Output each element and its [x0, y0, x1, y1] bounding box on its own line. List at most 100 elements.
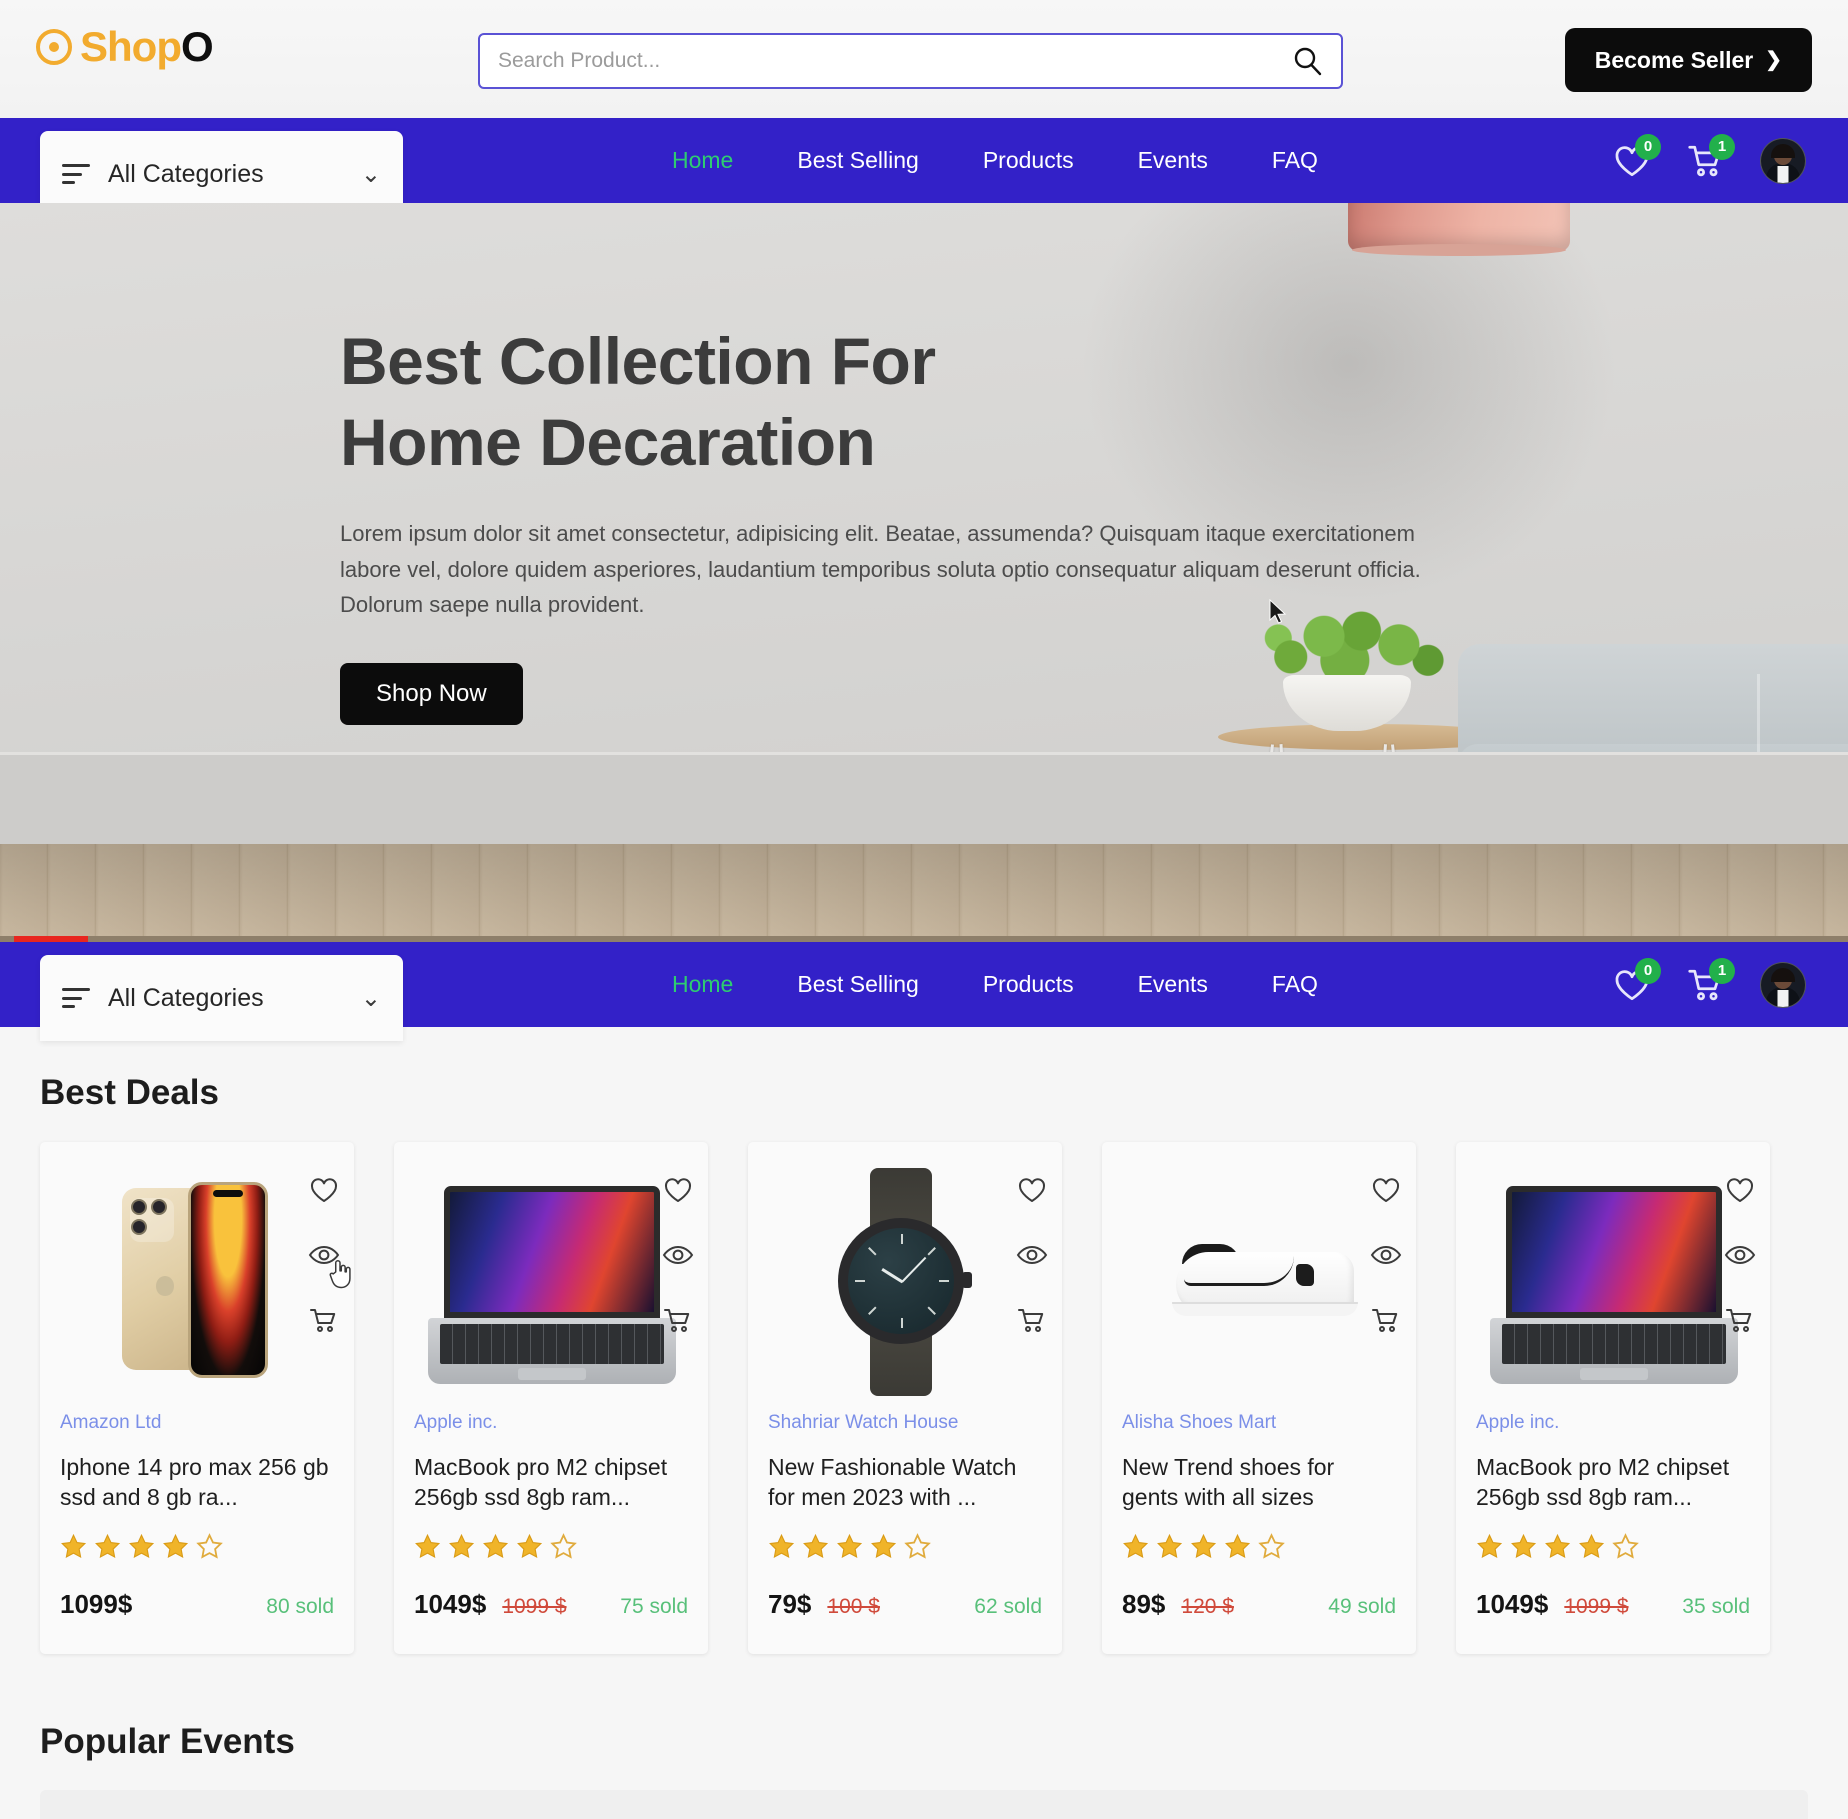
star-filled-icon — [1579, 1533, 1605, 1558]
star-filled-icon — [1157, 1533, 1183, 1558]
star-filled-icon — [95, 1533, 121, 1558]
add-to-cart-icon-button[interactable] — [1016, 1304, 1048, 1341]
nav-link-home-sticky[interactable]: Home — [672, 971, 733, 998]
product-thumbnail[interactable] — [1476, 1160, 1750, 1400]
quick-view-icon-button[interactable] — [308, 1239, 351, 1289]
become-seller-label: Become Seller — [1594, 46, 1754, 73]
wishlist-icon-button[interactable] — [1016, 1174, 1048, 1211]
product-shop-name[interactable]: Shahriar Watch House — [768, 1412, 1042, 1434]
search-icon[interactable] — [1291, 45, 1323, 77]
wishlist-icon-button[interactable] — [1370, 1174, 1402, 1211]
star-filled-icon — [1511, 1533, 1537, 1558]
become-seller-button[interactable]: Become Seller ❯ — [1564, 28, 1812, 92]
add-to-cart-icon-button[interactable] — [1724, 1304, 1756, 1341]
filter-lines-icon — [62, 164, 90, 184]
product-title[interactable]: New Trend shoes for gents with all sizes — [1122, 1452, 1396, 1513]
chevron-down-icon: ⌄ — [360, 160, 381, 188]
search-input[interactable] — [498, 49, 1291, 73]
cart-button-sticky[interactable]: 1 — [1686, 957, 1735, 1005]
cart-icon — [1726, 1309, 1752, 1332]
nav-link-products[interactable]: Products — [983, 147, 1074, 174]
product-sold-count: 35 sold — [1682, 1595, 1750, 1618]
nav-link-best-selling[interactable]: Best Selling — [797, 147, 918, 174]
product-card[interactable]: Shahriar Watch House New Fashionable Wat… — [748, 1142, 1062, 1654]
add-to-cart-icon-button[interactable] — [1370, 1304, 1402, 1341]
shop-now-button[interactable]: Shop Now — [340, 662, 523, 725]
product-rating — [414, 1532, 688, 1560]
nav-link-products-sticky[interactable]: Products — [983, 971, 1074, 998]
star-filled-icon — [415, 1533, 441, 1558]
product-price-row: 1049$ 1099 $ 75 sold — [414, 1589, 688, 1620]
product-thumbnail[interactable] — [768, 1160, 1042, 1400]
nav-links-sticky: Home Best Selling Products Events FAQ — [672, 942, 1318, 1027]
product-thumbnail[interactable] — [414, 1160, 688, 1400]
site-logo[interactable]: ShopO — [36, 23, 214, 70]
search-bar[interactable] — [478, 33, 1343, 89]
add-to-cart-icon-button[interactable] — [662, 1304, 694, 1341]
nav-link-best-selling-sticky[interactable]: Best Selling — [797, 971, 918, 998]
hero-banner: Best Collection For Home Decaration Lore… — [0, 203, 1848, 936]
page-root: ShopO Become Seller ❯ All Categories ⌄ H… — [0, 0, 1848, 1819]
watch-product-image — [768, 1160, 1042, 1400]
quick-view-icon-button[interactable] — [1370, 1239, 1402, 1276]
all-categories-dropdown-sticky[interactable]: All Categories ⌄ — [40, 955, 403, 1041]
product-card[interactable]: Alisha Shoes Mart New Trend shoes for ge… — [1102, 1142, 1416, 1654]
nav-link-events[interactable]: Events — [1138, 147, 1208, 174]
product-shop-name[interactable]: Apple inc. — [414, 1412, 688, 1434]
product-shop-name[interactable]: Amazon Ltd — [60, 1412, 334, 1434]
product-card-actions — [308, 1174, 351, 1341]
product-title[interactable]: MacBook pro M2 chipset 256gb ssd 8gb ram… — [1476, 1452, 1750, 1513]
nav-icons: 0 1 — [1612, 118, 1806, 203]
product-thumbnail[interactable] — [60, 1160, 334, 1400]
nav-link-faq[interactable]: FAQ — [1272, 147, 1318, 174]
quick-view-icon-button[interactable] — [662, 1239, 694, 1276]
nav-link-faq-sticky[interactable]: FAQ — [1272, 971, 1318, 998]
star-filled-icon — [1545, 1533, 1571, 1558]
cart-button[interactable]: 1 — [1686, 133, 1735, 181]
wishlist-button[interactable]: 0 — [1612, 133, 1661, 181]
star-empty-icon — [1612, 1532, 1639, 1559]
quick-view-icon-button[interactable] — [1016, 1239, 1048, 1276]
product-title[interactable]: New Fashionable Watch for men 2023 with … — [768, 1452, 1042, 1513]
star-filled-icon — [1477, 1533, 1503, 1558]
eye-icon — [1724, 1245, 1756, 1265]
logo-tail: O — [180, 23, 214, 70]
wishlist-icon-button[interactable] — [1724, 1174, 1756, 1211]
chevron-right-icon: ❯ — [1765, 49, 1782, 71]
star-empty-icon — [904, 1532, 931, 1559]
nav-links: Home Best Selling Products Events FAQ — [672, 118, 1318, 203]
wishlist-icon-button[interactable] — [308, 1174, 340, 1211]
product-thumbnail[interactable] — [1122, 1160, 1396, 1400]
product-price: 1099$ — [60, 1589, 133, 1619]
quick-view-icon-button[interactable] — [1724, 1239, 1756, 1276]
product-sold-count: 75 sold — [620, 1595, 688, 1618]
star-filled-icon — [163, 1533, 189, 1558]
product-shop-name[interactable]: Alisha Shoes Mart — [1122, 1412, 1396, 1434]
product-sold-count: 80 sold — [266, 1595, 334, 1618]
product-old-price: 100 $ — [827, 1595, 880, 1618]
add-to-cart-icon-button[interactable] — [308, 1304, 340, 1341]
nav-link-home[interactable]: Home — [672, 147, 733, 174]
avatar[interactable] — [1760, 137, 1806, 184]
product-card[interactable]: Amazon Ltd Iphone 14 pro max 256 gb ssd … — [40, 1142, 354, 1654]
hero-heading-line2: Home Decaration — [340, 404, 876, 479]
product-title[interactable]: MacBook pro M2 chipset 256gb ssd 8gb ram… — [414, 1452, 688, 1513]
product-card[interactable]: Apple inc. MacBook pro M2 chipset 256gb … — [1456, 1142, 1770, 1654]
star-filled-icon — [871, 1533, 897, 1558]
avatar-sticky[interactable] — [1760, 961, 1806, 1008]
primary-navbar: All Categories ⌄ Home Best Selling Produ… — [0, 118, 1848, 217]
product-shop-name[interactable]: Apple inc. — [1476, 1412, 1750, 1434]
cart-icon — [1372, 1309, 1398, 1332]
popular-events-card-placeholder — [40, 1790, 1808, 1819]
product-title[interactable]: Iphone 14 pro max 256 gb ssd and 8 gb ra… — [60, 1452, 334, 1513]
pendant-lamp-image — [1348, 203, 1570, 256]
wishlist-button-sticky[interactable]: 0 — [1612, 957, 1661, 1005]
product-card[interactable]: Apple inc. MacBook pro M2 chipset 256gb … — [394, 1142, 708, 1654]
nav-link-events-sticky[interactable]: Events — [1138, 971, 1208, 998]
star-filled-icon — [517, 1533, 543, 1558]
wishlist-count-badge-sticky: 0 — [1635, 957, 1661, 984]
nav-icons-sticky: 0 1 — [1612, 942, 1806, 1027]
star-filled-icon — [1225, 1533, 1251, 1558]
product-rating — [1476, 1532, 1750, 1560]
wishlist-icon-button[interactable] — [662, 1174, 694, 1211]
